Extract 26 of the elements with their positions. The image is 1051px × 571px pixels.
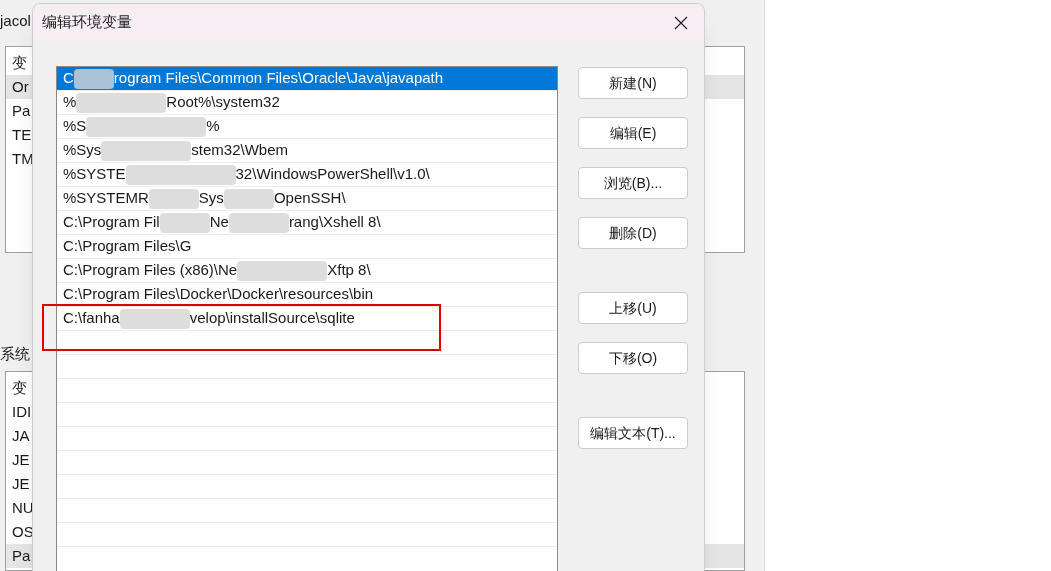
path-row[interactable]: %Sys stem32\Wbem bbox=[57, 139, 557, 163]
blur-patch bbox=[223, 188, 274, 209]
dialog-button[interactable]: 浏览(B)... bbox=[578, 167, 688, 199]
path-row[interactable]: C:\Program Fil Ne rang\Xshell 8\ bbox=[57, 211, 557, 235]
path-row[interactable]: C rogram Files\Common Files\Oracle\Java\javapath bbox=[57, 67, 557, 91]
blur-patch bbox=[119, 308, 190, 329]
path-row[interactable]: %SYSTE 32\WindowsPowerShell\v1.0\ bbox=[57, 163, 557, 187]
dialog-title: 编辑环境变量 bbox=[42, 12, 132, 33]
dialog-button[interactable]: 下移(O) bbox=[578, 342, 688, 374]
path-row[interactable]: %S % bbox=[57, 115, 557, 139]
user-variables-label: jacol bbox=[0, 11, 31, 31]
dialog-button[interactable]: 新建(N) bbox=[578, 67, 688, 99]
path-row[interactable]: C:\Program Files\G bbox=[57, 235, 557, 259]
path-row[interactable]: %SYSTEMR Sys OpenSSH\ bbox=[57, 187, 557, 211]
dialog-button[interactable]: 编辑(E) bbox=[578, 117, 688, 149]
path-row[interactable]: C:\fanha velop\installSource\sqlite bbox=[57, 307, 557, 331]
blur-patch bbox=[228, 212, 289, 233]
dialog-button[interactable]: 上移(U) bbox=[578, 292, 688, 324]
blur-patch bbox=[73, 68, 114, 89]
blur-patch bbox=[159, 212, 210, 233]
path-row[interactable]: % Root%\system32 bbox=[57, 91, 557, 115]
system-variables-label: 系统 bbox=[0, 344, 30, 364]
blur-patch bbox=[148, 188, 199, 209]
path-row[interactable]: C:\Program Files (x86)\Ne Xftp 8\ bbox=[57, 259, 557, 283]
dialog-button[interactable]: 编辑文本(T)... bbox=[578, 417, 688, 449]
dialog-button[interactable]: 删除(D) bbox=[578, 217, 688, 249]
